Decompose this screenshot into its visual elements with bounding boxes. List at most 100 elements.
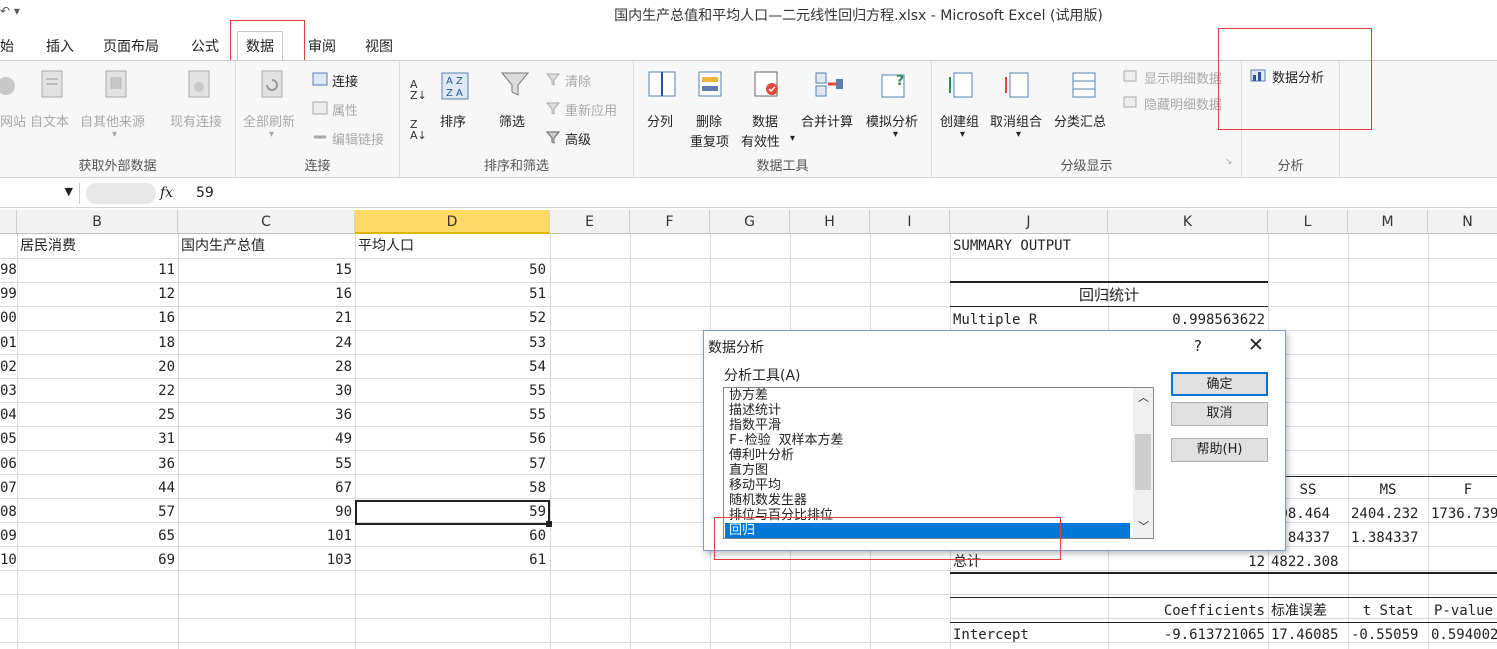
list-item[interactable]: 傅利叶分析 bbox=[729, 448, 794, 463]
column-header[interactable]: C bbox=[178, 210, 355, 234]
cell-year[interactable]: 99 bbox=[0, 282, 17, 306]
cell-year[interactable]: 09 bbox=[0, 524, 17, 548]
column-header[interactable]: G bbox=[710, 210, 790, 234]
list-item[interactable]: 协方差 bbox=[729, 388, 768, 403]
advanced-button[interactable]: 高级 bbox=[565, 129, 591, 148]
sort-az-icon[interactable]: A Z↓ bbox=[410, 79, 427, 101]
column-header-a[interactable] bbox=[0, 210, 17, 234]
cell-gdp[interactable]: 49 bbox=[178, 427, 352, 451]
p-value-header[interactable]: P-value bbox=[1434, 599, 1497, 623]
anova-ms-regression[interactable]: 2404.232 bbox=[1351, 502, 1418, 526]
remove-duplicates-line2[interactable]: 重复项 bbox=[690, 131, 729, 150]
cell-population[interactable]: 53 bbox=[355, 331, 546, 355]
coefficients-header[interactable]: Coefficients bbox=[1108, 599, 1265, 623]
cell-population[interactable]: 50 bbox=[355, 258, 546, 282]
cell-consumption[interactable]: 22 bbox=[17, 379, 175, 403]
chevron-down-icon[interactable]: ﹀ bbox=[1138, 518, 1149, 534]
multiple-r-value[interactable]: 0.998563622 bbox=[1108, 308, 1265, 332]
list-item[interactable]: 移动平均 bbox=[729, 478, 781, 493]
cell-population[interactable]: 54 bbox=[355, 355, 546, 379]
cancel-button[interactable]: 取消 bbox=[1171, 402, 1268, 426]
ok-button[interactable]: 确定 bbox=[1171, 372, 1268, 396]
multiple-r-label[interactable]: Multiple R bbox=[953, 308, 1037, 332]
tab-insert[interactable]: 插入 bbox=[46, 36, 74, 56]
cell-gdp[interactable]: 21 bbox=[178, 306, 352, 330]
cell-header-d[interactable]: 平均人口 bbox=[358, 234, 414, 258]
list-item[interactable]: 指数平滑 bbox=[729, 418, 781, 433]
help-button[interactable]: 帮助(H) bbox=[1171, 438, 1268, 462]
cell-gdp[interactable]: 15 bbox=[178, 258, 352, 282]
cell-consumption[interactable]: 57 bbox=[17, 500, 175, 524]
cell-year[interactable]: 08 bbox=[0, 500, 17, 524]
column-header[interactable]: N bbox=[1428, 210, 1497, 234]
name-box[interactable]: ▼ bbox=[0, 183, 80, 204]
cell-consumption[interactable]: 69 bbox=[17, 548, 175, 572]
data-validation-line1[interactable]: 数据 bbox=[752, 111, 778, 130]
tab-review[interactable]: 审阅 bbox=[308, 36, 336, 56]
cell-gdp[interactable]: 103 bbox=[178, 548, 352, 572]
connections-button[interactable]: 连接 bbox=[332, 71, 358, 90]
cell-year[interactable]: 00 bbox=[0, 306, 17, 330]
sort-za-icon[interactable]: Z A↓ bbox=[410, 119, 427, 141]
cell-consumption[interactable]: 20 bbox=[17, 355, 175, 379]
cell-gdp[interactable]: 36 bbox=[178, 403, 352, 427]
refresh-all-button[interactable]: 全部刷新 bbox=[243, 111, 295, 130]
cell-population[interactable]: 58 bbox=[355, 476, 546, 500]
cell-population[interactable]: 56 bbox=[355, 427, 546, 451]
list-scrollbar[interactable]: ︿ ﹀ bbox=[1133, 388, 1153, 538]
filter-button[interactable]: 筛选 bbox=[499, 111, 525, 130]
column-header[interactable]: I bbox=[870, 210, 950, 234]
cell-consumption[interactable]: 44 bbox=[17, 476, 175, 500]
cell-header-c[interactable]: 国内生产总值 bbox=[181, 234, 265, 258]
close-icon[interactable]: ✕ bbox=[1248, 334, 1264, 356]
what-if-analysis-button[interactable]: 模拟分析 bbox=[866, 111, 918, 130]
column-header[interactable]: L bbox=[1268, 210, 1348, 234]
subtotal-button[interactable]: 分类汇总 bbox=[1054, 111, 1106, 130]
cell-consumption[interactable]: 25 bbox=[17, 403, 175, 427]
help-icon[interactable]: ? bbox=[1194, 337, 1202, 355]
cell-year[interactable]: 07 bbox=[0, 476, 17, 500]
cell-consumption[interactable]: 65 bbox=[17, 524, 175, 548]
tab-view[interactable]: 视图 bbox=[365, 36, 393, 56]
edit-links-button[interactable]: 编辑链接 bbox=[332, 129, 384, 148]
cell-gdp[interactable]: 90 bbox=[178, 500, 352, 524]
anova-total-df[interactable]: 12 bbox=[1108, 550, 1265, 574]
scrollbar-thumb[interactable] bbox=[1135, 434, 1151, 490]
cell-year[interactable]: 05 bbox=[0, 427, 17, 451]
tab-formulas[interactable]: 公式 bbox=[191, 36, 219, 56]
cell-population[interactable]: 60 bbox=[355, 524, 546, 548]
t-stat-header[interactable]: t Stat bbox=[1348, 599, 1428, 623]
cell-header-b[interactable]: 居民消费 bbox=[20, 234, 76, 258]
column-header[interactable]: J bbox=[950, 210, 1108, 234]
from-other-sources-button[interactable]: 自其他来源 bbox=[80, 111, 145, 130]
group-button[interactable]: 创建组 bbox=[940, 111, 979, 130]
column-header[interactable]: K bbox=[1108, 210, 1268, 234]
cell-population[interactable]: 52 bbox=[355, 306, 546, 330]
summary-title[interactable]: SUMMARY OUTPUT bbox=[953, 234, 1071, 258]
properties-button[interactable]: 属性 bbox=[332, 100, 358, 119]
active-cell[interactable] bbox=[355, 500, 550, 525]
tab-home[interactable]: 始 bbox=[0, 36, 14, 56]
cell-gdp[interactable]: 16 bbox=[178, 282, 352, 306]
cell-consumption[interactable]: 16 bbox=[17, 306, 175, 330]
regression-stats-title[interactable]: 回归统计 bbox=[950, 283, 1268, 307]
formula-input[interactable]: 59 bbox=[196, 185, 214, 201]
cell-gdp[interactable]: 67 bbox=[178, 476, 352, 500]
cell-year[interactable]: 04 bbox=[0, 403, 17, 427]
cell-year[interactable]: 06 bbox=[0, 452, 17, 476]
list-item[interactable]: 描述统计 bbox=[729, 403, 781, 418]
chevron-down-icon[interactable]: ▼ bbox=[65, 185, 73, 198]
column-header[interactable]: M bbox=[1348, 210, 1428, 234]
std-error-header[interactable]: 标准误差 bbox=[1271, 599, 1327, 623]
cell-gdp[interactable]: 30 bbox=[178, 379, 352, 403]
anova-f-header[interactable]: F bbox=[1428, 478, 1497, 502]
hide-detail-button[interactable]: 隐藏明细数据 bbox=[1144, 94, 1222, 113]
cell-year[interactable]: 10 bbox=[0, 548, 17, 572]
anova-ms-residual[interactable]: 1.384337 bbox=[1351, 526, 1418, 550]
column-header[interactable]: B bbox=[17, 210, 178, 234]
remove-duplicates-line1[interactable]: 删除 bbox=[696, 111, 722, 130]
column-header-selected[interactable]: D bbox=[355, 210, 550, 234]
cell-population[interactable]: 57 bbox=[355, 452, 546, 476]
cell-year[interactable]: 03 bbox=[0, 379, 17, 403]
ungroup-button[interactable]: 取消组合 bbox=[990, 111, 1042, 130]
